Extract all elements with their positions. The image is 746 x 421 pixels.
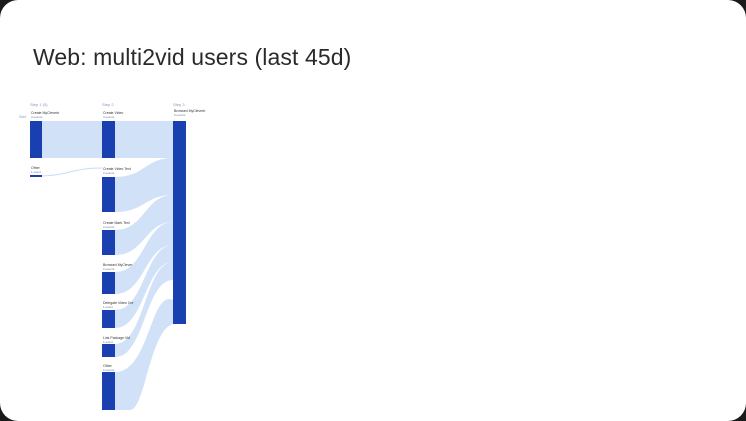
step-label-1: Step 1 (5) <box>30 102 48 107</box>
side-label: Start <box>19 115 26 119</box>
svg-text:3 events: 3 events <box>31 115 43 119</box>
svg-text:1 event: 1 event <box>31 170 41 174</box>
svg-text:1 event: 1 event <box>103 340 113 344</box>
chart-card: Web: multi2vid users (last 45d) Step 1 (… <box>0 0 746 421</box>
svg-text:2 events: 2 events <box>103 368 115 372</box>
svg-text:6 events: 6 events <box>174 113 186 117</box>
svg-text:3 events: 3 events <box>103 115 115 119</box>
step-label-3: Step 3 <box>173 102 185 107</box>
node-b7[interactable]: Other 2 events <box>102 364 115 410</box>
flow-chart: Step 1 (5) Step 2 Step 3 Start Create My… <box>19 102 205 410</box>
node-a2[interactable]: Other 1 event <box>30 166 42 177</box>
link-b1-c1 <box>115 121 173 158</box>
link-a1-b1 <box>36 121 102 158</box>
svg-text:2 events: 2 events <box>103 225 115 229</box>
link-a2-b2 <box>35 167 103 177</box>
svg-text:2 events: 2 events <box>103 171 115 175</box>
node-c1[interactable]: Browsed MyCleverb 6 events <box>173 109 205 324</box>
svg-text:1 event: 1 event <box>103 305 113 309</box>
step-label-2: Step 2 <box>102 102 114 107</box>
svg-text:2 events: 2 events <box>103 267 115 271</box>
